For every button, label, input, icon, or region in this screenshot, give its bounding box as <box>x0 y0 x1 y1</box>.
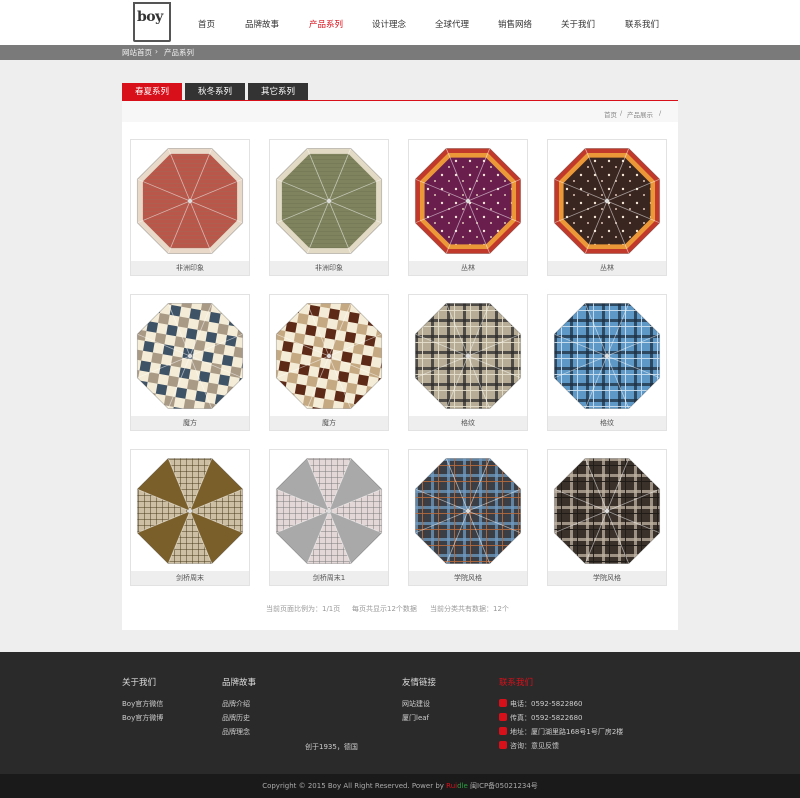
umbrella-image[interactable] <box>409 295 527 416</box>
umbrella-image[interactable] <box>548 140 666 261</box>
umbrella-image[interactable] <box>409 140 527 261</box>
product-card[interactable]: 学院风格 <box>547 449 667 586</box>
product-card[interactable]: 剑桥周末1 <box>269 449 389 586</box>
fax-icon <box>499 713 507 721</box>
breadcrumb-current: 产品系列 <box>164 48 194 57</box>
product-card[interactable]: 学院风格 <box>408 449 528 586</box>
footer-fax: 传真：0592-5822680 <box>510 714 583 722</box>
umbrella-graphic <box>136 302 244 409</box>
umbrella-graphic <box>414 457 522 564</box>
umbrella-image[interactable] <box>409 450 527 571</box>
tab-spring-summer[interactable]: 春夏系列 <box>122 83 182 101</box>
sub-breadcrumb-current[interactable]: 产品展示 <box>627 109 653 119</box>
product-name[interactable]: 剑桥周末 <box>131 571 249 585</box>
umbrella-image[interactable] <box>270 140 388 261</box>
breadcrumb-home[interactable]: 网站首页 <box>122 47 152 58</box>
footer-link-brand-philosophy[interactable]: 品牌理念 <box>222 727 250 737</box>
icp-number[interactable]: 闽ICP备05021234号 <box>468 782 538 790</box>
footer-contact-title: 联系我们 <box>499 678 534 688</box>
copyright-text: Copyright © 2015 Boy All Right Reserved.… <box>262 782 447 790</box>
footer-founded: 创于1935，德国 <box>305 743 358 751</box>
product-card[interactable]: 剑桥周末 <box>130 449 250 586</box>
nav-item-about[interactable]: 关于我们 <box>561 18 595 30</box>
product-name[interactable]: 魔方 <box>131 416 249 430</box>
product-name[interactable]: 学院风格 <box>548 571 666 585</box>
footer-phone: 电话：0592-5822860 <box>510 700 583 708</box>
footer-friends-title: 友情链接 <box>402 678 437 688</box>
main-nav: 首页 品牌故事 产品系列 设计理念 全球代理 销售网络 关于我们 联系我们 <box>0 18 800 30</box>
product-card[interactable]: 格纹 <box>547 294 667 431</box>
footer-link-weibo[interactable]: Boy官方微博 <box>122 713 163 723</box>
phone-icon <box>499 699 507 707</box>
breadcrumb-separator: › <box>155 47 158 56</box>
product-card[interactable]: 魔方 <box>130 294 250 431</box>
product-card[interactable]: 非洲印象 <box>269 139 389 276</box>
pager-per-page: 每页共显示12个数据 <box>352 605 417 613</box>
site-footer: 关于我们 Boy官方微信 Boy官方微博 品牌故事 品牌介绍 品牌历史 品牌理念… <box>0 652 800 774</box>
product-name[interactable]: 学院风格 <box>409 571 527 585</box>
nav-item-design[interactable]: 设计理念 <box>372 18 406 30</box>
umbrella-image[interactable] <box>131 450 249 571</box>
footer-link-web-build[interactable]: 网站建设 <box>402 699 430 709</box>
footer-about-title: 关于我们 <box>122 678 157 688</box>
tab-other[interactable]: 其它系列 <box>248 83 308 101</box>
powered-by-brand-a[interactable]: Rui <box>446 782 457 790</box>
umbrella-graphic <box>136 457 244 564</box>
product-card[interactable]: 非洲印象 <box>130 139 250 276</box>
chat-icon <box>499 741 507 749</box>
umbrella-graphic <box>414 147 522 254</box>
umbrella-image[interactable] <box>548 450 666 571</box>
umbrella-image[interactable] <box>548 295 666 416</box>
product-name[interactable]: 非洲印象 <box>131 261 249 275</box>
product-name[interactable]: 丛林 <box>409 261 527 275</box>
product-card[interactable]: 格纹 <box>408 294 528 431</box>
product-name[interactable]: 丛林 <box>548 261 666 275</box>
product-card[interactable]: 丛林 <box>408 139 528 276</box>
product-name[interactable]: 剑桥周末1 <box>270 571 388 585</box>
breadcrumb: 网站首页 › 产品系列 <box>0 45 800 60</box>
umbrella-graphic <box>553 147 661 254</box>
footer-link-brand-history[interactable]: 品牌历史 <box>222 713 250 723</box>
nav-item-sales-network[interactable]: 销售网络 <box>498 18 532 30</box>
umbrella-graphic <box>553 457 661 564</box>
umbrella-image[interactable] <box>131 295 249 416</box>
product-card[interactable]: 魔方 <box>269 294 389 431</box>
product-name[interactable]: 格纹 <box>409 416 527 430</box>
umbrella-image[interactable] <box>131 140 249 261</box>
umbrella-graphic <box>414 302 522 409</box>
nav-item-home[interactable]: 首页 <box>198 18 215 30</box>
umbrella-image[interactable] <box>270 295 388 416</box>
footer-feedback[interactable]: 咨询：意见反馈 <box>510 741 559 751</box>
powered-by-brand-b[interactable]: dle <box>457 782 468 790</box>
footer-link-wechat[interactable]: Boy官方微信 <box>122 699 163 709</box>
nav-item-products[interactable]: 产品系列 <box>309 18 343 30</box>
pager-total: 当前分类共有数据：12个 <box>430 605 509 613</box>
footer-link-brand-intro[interactable]: 品牌介绍 <box>222 699 250 709</box>
product-name[interactable]: 魔方 <box>270 416 388 430</box>
footer-link-xiamen[interactable]: 厦门leaf <box>402 713 429 723</box>
location-icon <box>499 727 507 735</box>
site-header: boy 首页 品牌故事 产品系列 设计理念 全球代理 销售网络 关于我们 联系我… <box>0 0 800 45</box>
umbrella-graphic <box>553 302 661 409</box>
nav-item-global-agents[interactable]: 全球代理 <box>435 18 469 30</box>
sub-breadcrumb: 首页 / 产品展示 / <box>122 101 678 122</box>
copyright-bar: Copyright © 2015 Boy All Right Reserved.… <box>0 774 800 798</box>
sub-breadcrumb-home[interactable]: 首页 <box>604 109 617 119</box>
umbrella-graphic <box>275 302 383 409</box>
umbrella-graphic <box>275 147 383 254</box>
footer-address: 地址：厦门湖里路168号1号厂房2楼 <box>510 728 624 736</box>
product-name[interactable]: 格纹 <box>548 416 666 430</box>
nav-item-contact[interactable]: 联系我们 <box>625 18 659 30</box>
product-card[interactable]: 丛林 <box>547 139 667 276</box>
nav-item-brand-story[interactable]: 品牌故事 <box>245 18 279 30</box>
umbrella-image[interactable] <box>270 450 388 571</box>
pager-page-ratio: 当前页面比例为：1/1页 <box>266 605 341 613</box>
tab-autumn-winter[interactable]: 秋冬系列 <box>185 83 245 101</box>
umbrella-graphic <box>275 457 383 564</box>
footer-story-title: 品牌故事 <box>222 678 257 688</box>
sub-breadcrumb-separator-2: / <box>659 109 662 117</box>
umbrella-graphic <box>136 147 244 254</box>
product-name[interactable]: 非洲印象 <box>270 261 388 275</box>
sub-breadcrumb-separator: / <box>620 109 623 117</box>
